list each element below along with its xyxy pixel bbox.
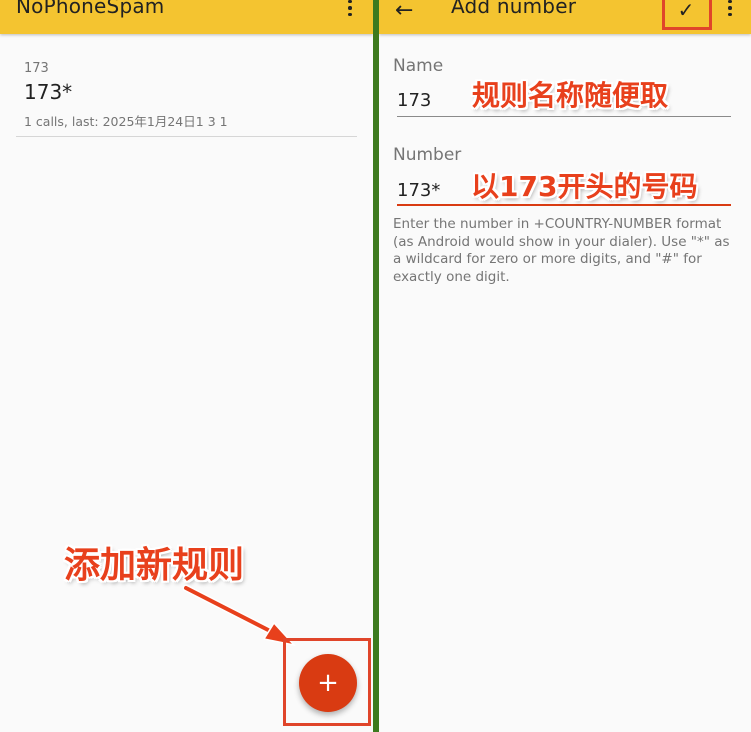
save-highlight-box — [662, 0, 712, 30]
number-field[interactable]: 173* — [397, 180, 440, 201]
number-format-help: Enter the number in +COUNTRY-NUMBER form… — [393, 216, 730, 285]
arrow-annotation — [182, 584, 297, 647]
name-field[interactable]: 173 — [397, 90, 431, 111]
rules-list-screen: NoPhoneSpam 173 173* 1 calls, last: 2025… — [0, 0, 373, 732]
name-field-underline — [397, 116, 731, 117]
number-annotation: 以173开头的号码 — [471, 170, 698, 203]
name-annotation: 规则名称随便取 — [472, 79, 669, 112]
screen-title: Add number — [451, 0, 577, 18]
number-label: Number — [393, 145, 462, 165]
fab-highlight-box — [283, 638, 371, 726]
more-vert-icon[interactable] — [724, 0, 736, 18]
add-number-screen: ← Add number ✓ Name 173 Number 173* Ente… — [379, 0, 751, 732]
arrow-back-icon[interactable]: ← — [395, 0, 413, 23]
name-label: Name — [393, 56, 444, 76]
